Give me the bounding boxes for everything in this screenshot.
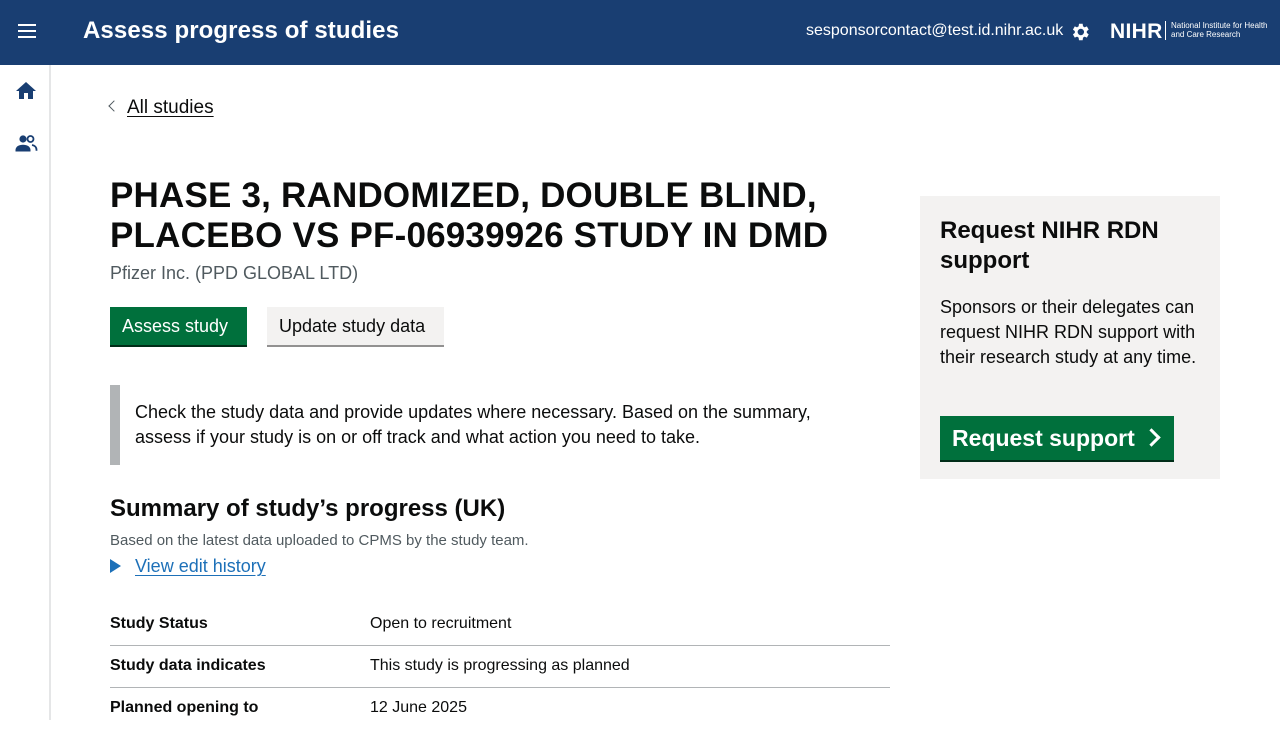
page-title: PHASE 3, RANDOMIZED, DOUBLE BLIND, PLACE… [110,176,829,255]
panel-heading: Request NIHR RDN support [940,217,1159,274]
assess-study-button[interactable]: Assess study [110,307,247,345]
top-header: Assess progress of studies sesponsorcont… [0,0,1280,65]
panel-body: Sponsors or their delegates can request … [940,297,1197,367]
summary-key: Planned opening to [110,699,259,716]
summary-value: Open to recruitment [370,615,512,632]
all-studies-link[interactable]: All studies [127,97,214,118]
summary-row: Study data indicates This study is progr… [110,646,890,688]
app-title[interactable]: Assess progress of studies [83,17,399,45]
back-link[interactable]: All studies [108,97,214,119]
sponsor-name: Pfizer Inc. (PPD GLOBAL LTD) [110,263,359,283]
summary-heading: Summary of study’s progress (UK) [110,495,506,522]
request-support-button[interactable]: Request support [940,416,1174,460]
view-edit-history-link[interactable]: View edit history [135,556,266,576]
summary-value: 12 June 2025 [370,699,467,716]
triangle-right-icon [110,559,121,573]
inset-text: Check the study data and provide updates… [110,385,870,465]
gear-icon[interactable] [1069,21,1091,43]
chevron-right-icon [1142,428,1161,447]
edit-history-details[interactable]: View edit history [110,556,266,577]
summary-row: Study Status Open to recruitment [110,604,890,646]
hamburger-menu-icon[interactable] [14,20,40,46]
logo-subtitle: National Institute for Health and Care R… [1171,21,1268,39]
logo-divider [1165,21,1166,40]
request-support-label: Request support [952,425,1135,451]
home-icon[interactable] [14,79,38,103]
chevron-left-icon [108,100,120,112]
update-study-data-button[interactable]: Update study data [267,307,444,345]
summary-row: Planned opening to 12 June 2025 [110,688,890,729]
request-support-panel: Request NIHR RDN support Sponsors or the… [920,196,1220,479]
user-email: sesponsorcontact@test.id.nihr.ac.uk [806,22,1064,39]
summary-list: Study Status Open to recruitment Study d… [110,604,890,729]
sidebar [0,65,51,720]
summary-subtext: Based on the latest data uploaded to CPM… [110,532,529,549]
summary-key: Study data indicates [110,657,266,674]
summary-value: This study is progressing as planned [370,657,630,674]
logo-mark: NIHR [1110,20,1163,43]
summary-key: Study Status [110,615,208,632]
users-icon[interactable] [14,131,38,155]
